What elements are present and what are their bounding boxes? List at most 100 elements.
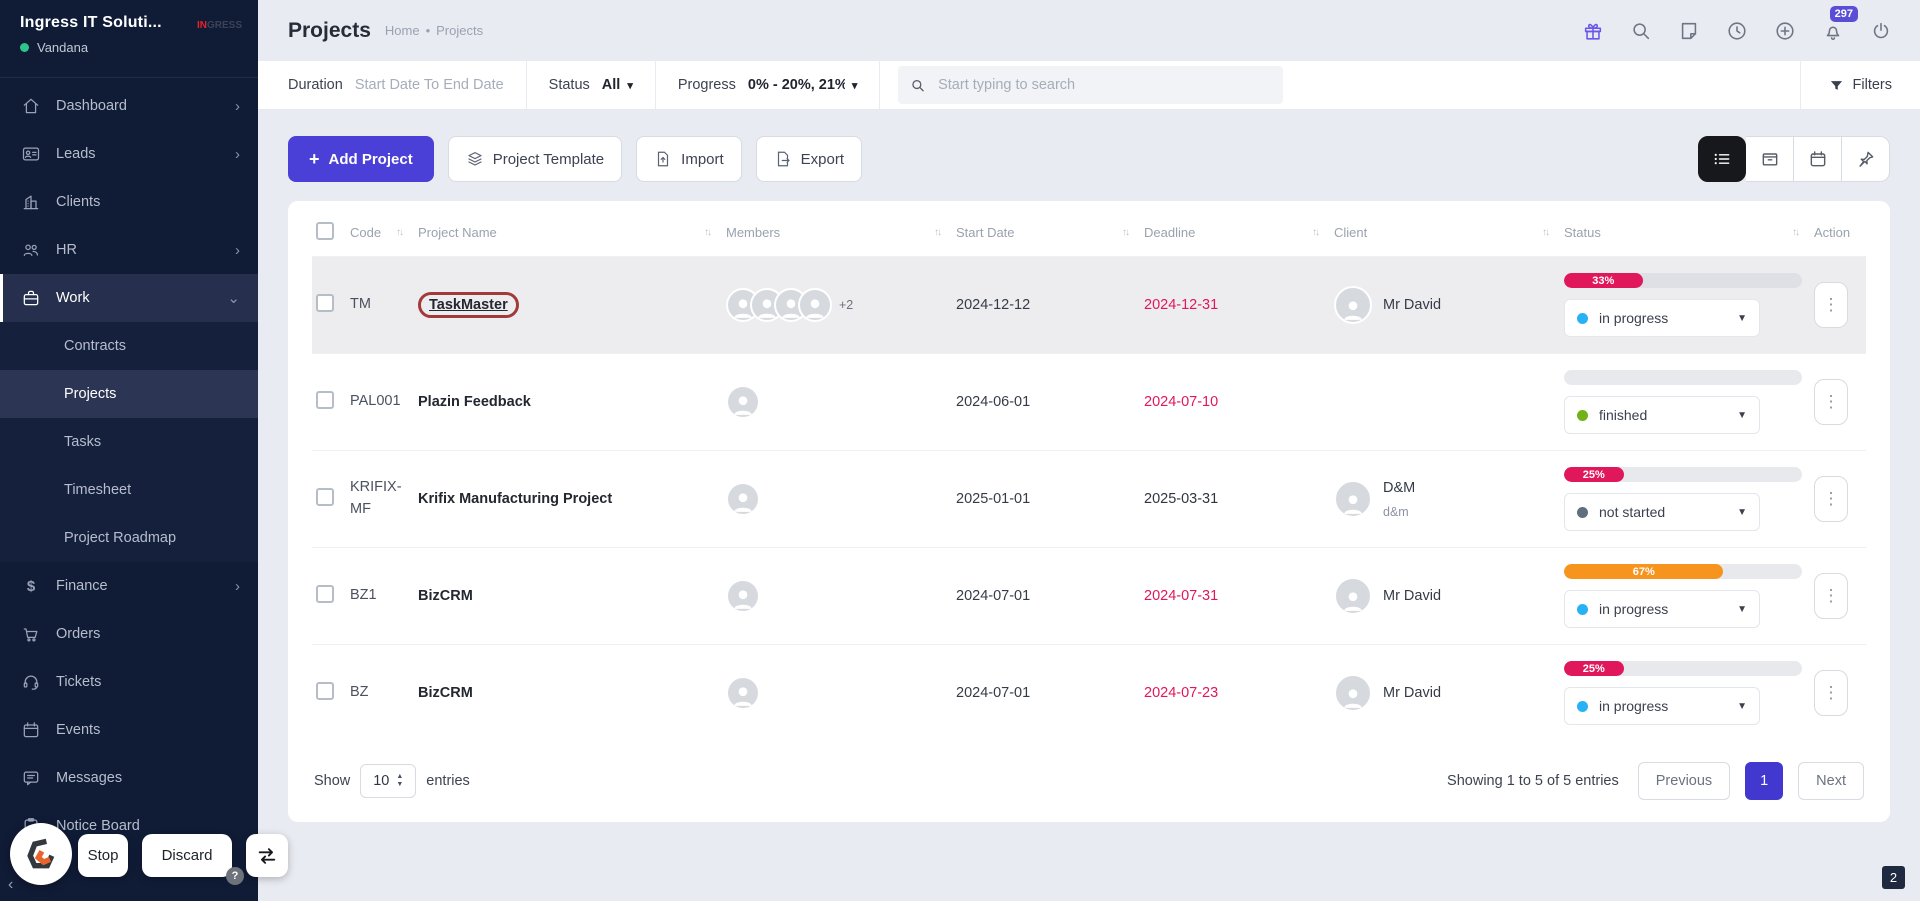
row-actions-button[interactable]: ⋮ xyxy=(1814,670,1848,717)
progress-bar: 25% xyxy=(1564,467,1802,482)
project-name-link[interactable]: BizCRM xyxy=(418,685,473,701)
briefcase-icon xyxy=(21,288,41,308)
archive-view-button[interactable] xyxy=(1746,136,1794,182)
chevron-right-icon: › xyxy=(235,241,240,259)
client-cell: Mr David xyxy=(1334,286,1556,324)
sidebar-item-events[interactable]: Events xyxy=(0,706,258,754)
project-code: TM xyxy=(346,256,414,354)
row-actions-button[interactable]: ⋮ xyxy=(1814,282,1848,328)
sort-icon[interactable]: ↑↓ xyxy=(704,227,718,238)
swap-button[interactable] xyxy=(246,834,288,877)
bell-icon[interactable]: 297 xyxy=(1821,6,1858,42)
project-name-link[interactable]: TaskMaster xyxy=(429,297,508,313)
row-actions-button[interactable]: ⋮ xyxy=(1814,573,1848,619)
main-area: Projects Home • Projects 297 Duration St… xyxy=(258,0,1920,901)
status-dropdown[interactable]: in progress ▼ xyxy=(1564,590,1760,628)
start-date: 2024-07-01 xyxy=(952,547,1140,645)
row-checkbox[interactable] xyxy=(316,391,334,409)
plus-icon: + xyxy=(309,149,320,169)
client-name: D&M xyxy=(1383,479,1416,496)
sort-icon[interactable]: ↑↓ xyxy=(934,227,948,238)
search-icon[interactable] xyxy=(1629,19,1652,42)
filters-button[interactable]: Filters xyxy=(1799,61,1920,109)
sort-icon[interactable]: ↑↓ xyxy=(1312,227,1326,238)
sort-icon[interactable]: ↑↓ xyxy=(1122,227,1136,238)
sidebar-collapse-icon[interactable]: ‹ xyxy=(8,876,13,894)
status-filter[interactable]: Status All ▾ xyxy=(527,61,656,109)
sidebar-item-leads[interactable]: Leads › xyxy=(0,130,258,178)
row-checkbox[interactable] xyxy=(316,294,334,312)
select-all-checkbox[interactable] xyxy=(316,222,334,240)
page-size-select[interactable]: 10 ▲ ▼ xyxy=(360,763,417,798)
status-dropdown[interactable]: not started ▼ xyxy=(1564,493,1760,531)
sidebar-item-project-roadmap[interactable]: Project Roadmap xyxy=(0,514,258,562)
add-project-button[interactable]: + Add Project xyxy=(288,136,434,182)
sidebar-item-hr[interactable]: HR › xyxy=(0,226,258,274)
sort-icon[interactable]: ↑↓ xyxy=(396,227,410,238)
member-avatars xyxy=(726,385,948,419)
projects-table-card: Code ↑↓ Project Name ↑↓ Members ↑↓ Start Da… xyxy=(288,201,1890,822)
next-page-button[interactable]: Next xyxy=(1798,761,1864,800)
sidebar-item-timesheet[interactable]: Timesheet xyxy=(0,466,258,514)
project-name-link[interactable]: Krifix Manufacturing Project xyxy=(418,491,612,507)
calendar-view-button[interactable] xyxy=(1794,136,1842,182)
export-button[interactable]: Export xyxy=(755,136,863,182)
sort-icon[interactable]: ↑↓ xyxy=(1792,227,1806,238)
duration-filter[interactable]: Duration Start Date To End Date xyxy=(258,61,527,109)
gift-icon[interactable] xyxy=(1581,19,1604,42)
import-button[interactable]: Import xyxy=(636,136,742,182)
sidebar-item-finance[interactable]: $ Finance › xyxy=(0,562,258,610)
sidebar-item-dashboard[interactable]: Dashboard › xyxy=(0,82,258,130)
sidebar-item-clients[interactable]: Clients xyxy=(0,178,258,226)
progress-filter[interactable]: Progress 0% - 20%, 21% ▾ xyxy=(656,61,881,109)
help-button[interactable]: ? xyxy=(226,867,244,885)
current-page-button[interactable]: 1 xyxy=(1745,761,1784,800)
project-name-link[interactable]: BizCRM xyxy=(418,588,473,604)
sort-icon[interactable]: ↑↓ xyxy=(1542,227,1556,238)
sidebar-item-tickets[interactable]: Tickets xyxy=(0,658,258,706)
search-icon xyxy=(912,79,925,91)
row-actions-button[interactable]: ⋮ xyxy=(1814,379,1848,425)
sidebar-item-messages[interactable]: Messages xyxy=(0,754,258,802)
row-checkbox[interactable] xyxy=(316,682,334,701)
previous-page-button[interactable]: Previous xyxy=(1637,761,1731,800)
progress-fill: 67% xyxy=(1564,564,1724,579)
more-members-count[interactable]: +2 xyxy=(839,298,853,312)
status-dropdown[interactable]: finished ▼ xyxy=(1564,396,1760,434)
funnel-icon xyxy=(1830,80,1842,90)
row-checkbox[interactable] xyxy=(316,488,334,506)
power-icon[interactable] xyxy=(1869,19,1892,42)
plus-circle-icon[interactable] xyxy=(1773,19,1796,42)
sticky-note-icon[interactable] xyxy=(1677,19,1700,42)
discard-recording-button[interactable]: Discard xyxy=(142,834,232,877)
search-input[interactable] xyxy=(938,77,1272,93)
org-header: Ingress IT Soluti... Vandana INGRESS xyxy=(0,0,258,67)
start-date: 2024-07-01 xyxy=(952,644,1140,742)
breadcrumb-home[interactable]: Home xyxy=(385,23,420,38)
pinned-view-button[interactable] xyxy=(1842,136,1890,182)
sidebar-item-work[interactable]: Work ⌄ xyxy=(0,274,258,322)
sidebar-item-contracts[interactable]: Contracts xyxy=(0,322,258,370)
sidebar-item-projects[interactable]: Projects xyxy=(0,370,258,418)
column-header-start-date: Start Date xyxy=(956,225,1015,240)
search-box[interactable] xyxy=(898,66,1284,104)
row-checkbox[interactable] xyxy=(316,585,334,603)
topbar-icons: 297 xyxy=(1581,6,1892,42)
list-view-button[interactable] xyxy=(1698,136,1746,182)
status-filter-value[interactable]: All xyxy=(602,77,621,93)
project-template-button[interactable]: Project Template xyxy=(447,136,623,182)
clock-icon[interactable] xyxy=(1725,19,1748,42)
progress-filter-value[interactable]: 0% - 20%, 21% xyxy=(748,77,845,93)
status-dropdown[interactable]: in progress ▼ xyxy=(1564,299,1760,337)
screen-recorder-logo[interactable] xyxy=(10,823,72,885)
sidebar-item-tasks[interactable]: Tasks xyxy=(0,418,258,466)
row-actions-button[interactable]: ⋮ xyxy=(1814,476,1848,522)
stop-recording-button[interactable]: Stop xyxy=(78,834,128,877)
sidebar-item-orders[interactable]: Orders xyxy=(0,610,258,658)
entries-label: entries xyxy=(426,772,470,789)
company-logo: INGRESS xyxy=(196,20,242,31)
project-name-link[interactable]: Plazin Feedback xyxy=(418,394,531,410)
projects-table: Code ↑↓ Project Name ↑↓ Members ↑↓ Start Da… xyxy=(312,207,1866,742)
duration-placeholder[interactable]: Start Date To End Date xyxy=(355,77,504,93)
status-dropdown[interactable]: in progress ▼ xyxy=(1564,687,1760,726)
